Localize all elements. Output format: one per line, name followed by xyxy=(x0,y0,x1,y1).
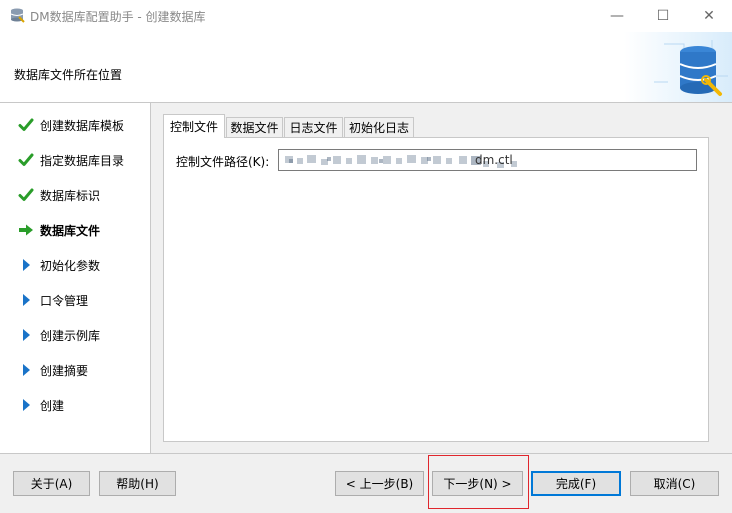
maximize-icon: ☐ xyxy=(656,8,670,24)
title-bar: DM数据库配置助手 - 创建数据库 — ☐ ✕ xyxy=(0,0,732,32)
triangle-right-icon xyxy=(18,362,34,378)
database-banner-icon xyxy=(624,32,732,102)
check-icon xyxy=(18,152,34,168)
close-icon: ✕ xyxy=(703,8,715,24)
sidebar-divider xyxy=(150,103,151,453)
finish-button[interactable]: 完成(F) xyxy=(531,471,621,496)
step-create-summary: 创建摘要 xyxy=(18,360,88,380)
step-label: 创建摘要 xyxy=(40,363,89,378)
wizard-header: 数据库文件所在位置 xyxy=(0,32,732,103)
triangle-right-icon xyxy=(18,327,34,343)
step-create-sample-db: 创建示例库 xyxy=(18,325,100,345)
tab-data-file[interactable]: 数据文件 xyxy=(226,117,283,137)
help-button[interactable]: 帮助(H) xyxy=(99,471,176,496)
tab-label: 日志文件 xyxy=(289,121,338,135)
triangle-right-icon xyxy=(18,292,34,308)
step-db-identifier: 数据库标识 xyxy=(18,185,100,205)
maximize-button[interactable]: ☐ xyxy=(640,0,686,32)
step-db-files: 数据库文件 xyxy=(18,220,100,240)
about-button[interactable]: 关于(A) xyxy=(13,471,90,496)
page-title: 数据库文件所在位置 xyxy=(14,68,123,82)
minimize-button[interactable]: — xyxy=(594,0,640,32)
tab-init-log[interactable]: 初始化日志 xyxy=(344,117,414,137)
control-file-path-label: 控制文件路径(K): xyxy=(176,155,270,169)
step-label: 初始化参数 xyxy=(40,258,101,273)
control-file-path-input[interactable]: dm.ctl xyxy=(278,149,697,171)
triangle-right-icon xyxy=(18,397,34,413)
tab-log-file[interactable]: 日志文件 xyxy=(284,117,343,137)
step-label: 数据库标识 xyxy=(40,188,101,203)
step-label: 指定数据库目录 xyxy=(40,153,125,168)
arrow-right-icon xyxy=(18,222,34,238)
step-label: 创建 xyxy=(40,398,65,413)
step-init-params: 初始化参数 xyxy=(18,255,100,275)
next-button-highlight xyxy=(428,455,529,509)
tab-label: 初始化日志 xyxy=(348,121,409,135)
step-create-db-template: 创建数据库模板 xyxy=(18,115,124,135)
check-icon xyxy=(18,187,34,203)
wizard-steps-panel: 创建数据库模板 指定数据库目录 数据库标识 数据库文件 初始化参数 口令管理 创… xyxy=(0,103,150,453)
check-icon xyxy=(18,117,34,133)
tab-control-file[interactable]: 控制文件 xyxy=(163,114,225,138)
control-file-path-value-suffix: dm.ctl xyxy=(475,153,513,167)
control-file-panel xyxy=(163,137,709,442)
triangle-right-icon xyxy=(18,257,34,273)
step-label: 口令管理 xyxy=(40,293,89,308)
close-button[interactable]: ✕ xyxy=(686,0,732,32)
cancel-button[interactable]: 取消(C) xyxy=(630,471,719,496)
step-label: 数据库文件 xyxy=(40,223,101,238)
tab-label: 数据文件 xyxy=(230,121,279,135)
tab-label: 控制文件 xyxy=(169,120,218,134)
step-password-management: 口令管理 xyxy=(18,290,88,310)
step-label: 创建数据库模板 xyxy=(40,118,125,133)
step-label: 创建示例库 xyxy=(40,328,101,343)
minimize-icon: — xyxy=(610,8,624,24)
footer-divider xyxy=(0,453,732,454)
window-title: DM数据库配置助手 - 创建数据库 xyxy=(30,10,206,24)
step-create: 创建 xyxy=(18,395,64,415)
app-icon xyxy=(10,8,25,23)
back-button[interactable]: < 上一步(B) xyxy=(335,471,424,496)
step-specify-db-directory: 指定数据库目录 xyxy=(18,150,124,170)
